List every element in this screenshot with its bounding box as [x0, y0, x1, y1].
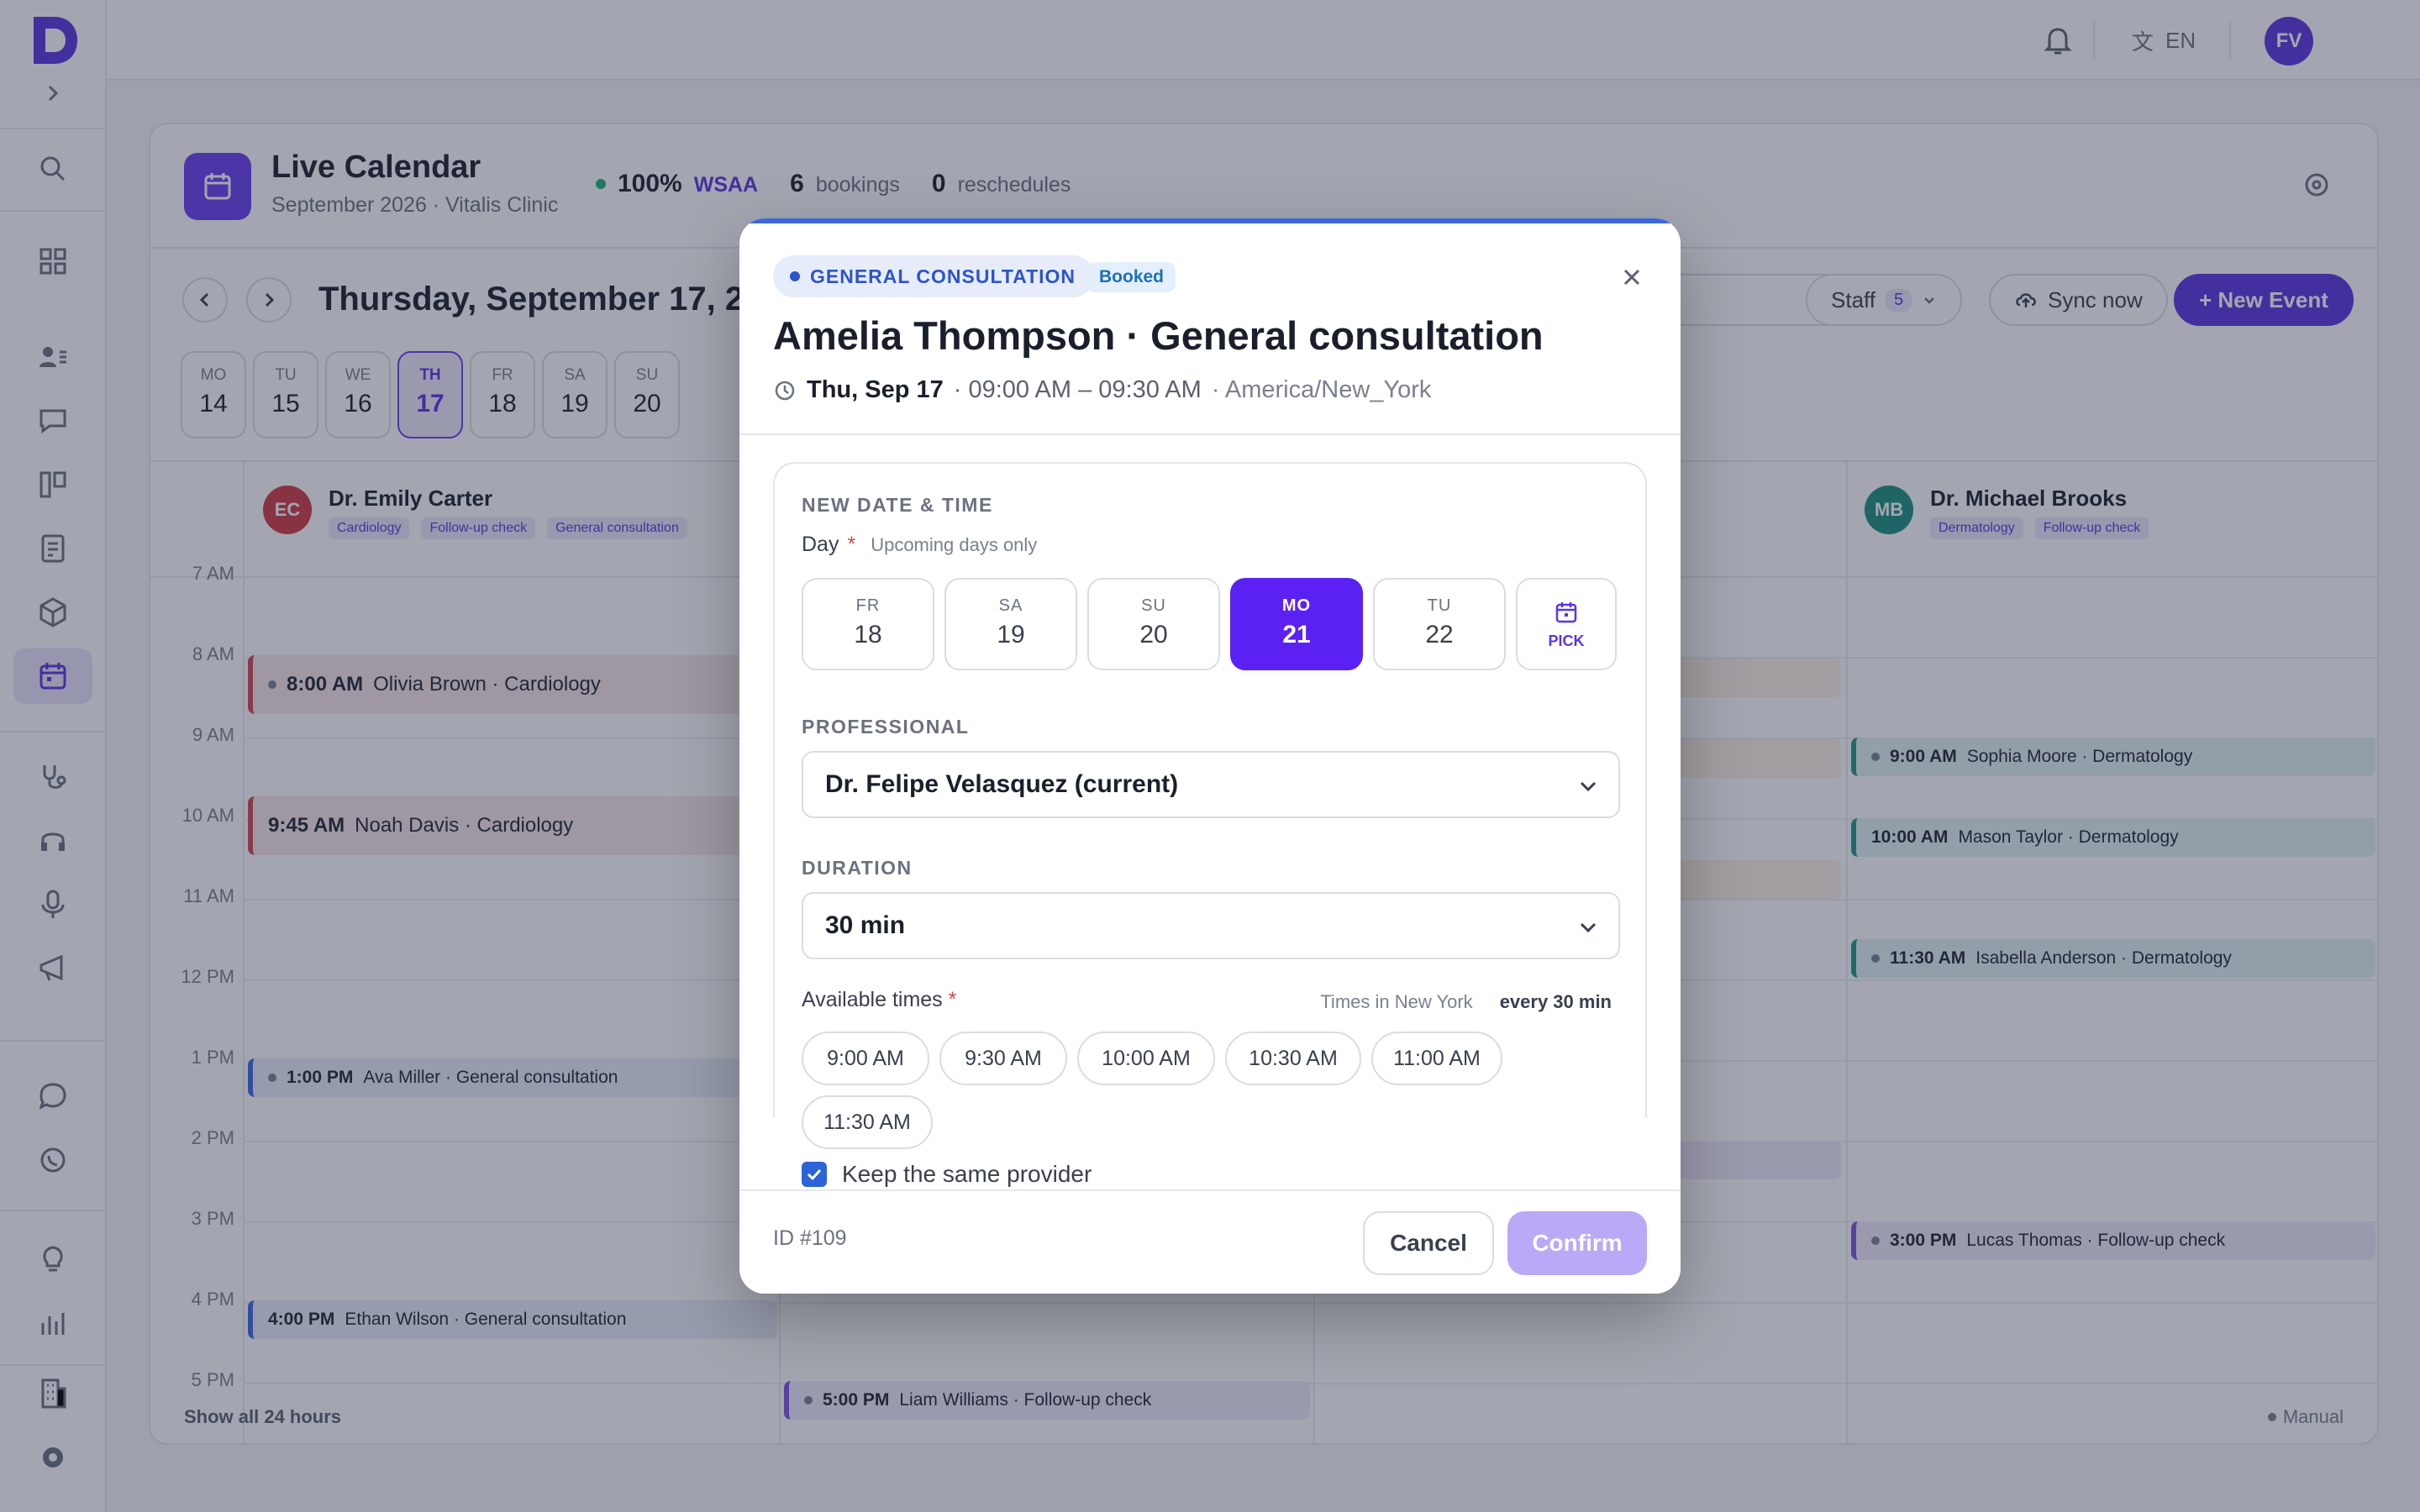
day-option[interactable]: SU 20	[1087, 578, 1220, 670]
section-label: NEW DATE & TIME	[802, 494, 993, 516]
available-times-label: Available times *	[802, 988, 957, 1011]
timezone-info: Times in New York every 30 min	[1320, 991, 1612, 1012]
day-option[interactable]: TU 22	[1373, 578, 1506, 670]
time-slot[interactable]: 9:30 AM	[939, 1032, 1067, 1085]
calendar-icon	[1555, 602, 1577, 623]
category-accent-bar	[739, 218, 1681, 223]
pick-date-button[interactable]: PICK	[1516, 578, 1617, 670]
close-button[interactable]	[1617, 262, 1647, 292]
day-option[interactable]: SA 19	[944, 578, 1077, 670]
reschedule-modal: GENERAL CONSULTATION Booked Amelia Thomp…	[739, 218, 1681, 1294]
keep-provider-checkbox[interactable]: Keep the same provider	[802, 1161, 1092, 1188]
time-slot[interactable]: 10:00 AM	[1077, 1032, 1215, 1085]
appointment-time: Thu, Sep 17 · 09:00 AM – 09:30 AM · Amer…	[773, 376, 1431, 404]
time-slot[interactable]: 10:30 AM	[1225, 1032, 1361, 1085]
duration-select[interactable]: 30 min	[802, 892, 1620, 959]
status-badge: Booked	[1087, 262, 1176, 292]
new-date-time-panel: NEW DATE & TIME Day * Upcoming days only F…	[773, 462, 1647, 1187]
chevron-down-icon	[1580, 781, 1597, 792]
close-icon	[1623, 269, 1640, 286]
time-slot[interactable]: 9:00 AM	[802, 1032, 929, 1085]
confirm-button[interactable]: Confirm	[1507, 1211, 1647, 1275]
professional-select[interactable]: Dr. Felipe Velasquez (current)	[802, 751, 1620, 818]
time-slot[interactable]: 11:00 AM	[1371, 1032, 1502, 1085]
chevron-down-icon	[1580, 922, 1597, 933]
category-badge: GENERAL CONSULTATION	[773, 255, 1095, 297]
modal-footer: ID #109 Cancel Confirm	[739, 1189, 1681, 1294]
day-option-selected[interactable]: MO 21	[1230, 578, 1363, 670]
day-label: Day * Upcoming days only	[802, 533, 1038, 556]
time-slot[interactable]: 11:30 AM	[802, 1095, 933, 1149]
checkbox-checked-icon	[802, 1162, 827, 1187]
duration-label: DURATION	[802, 857, 913, 879]
professional-label: PROFESSIONAL	[802, 716, 970, 738]
booking-id: ID #109	[773, 1226, 847, 1250]
day-option[interactable]: FR 18	[802, 578, 934, 670]
clock-icon	[775, 381, 795, 400]
cancel-button[interactable]: Cancel	[1363, 1211, 1494, 1275]
modal-title: Amelia Thompson · General consultation	[773, 313, 1544, 358]
